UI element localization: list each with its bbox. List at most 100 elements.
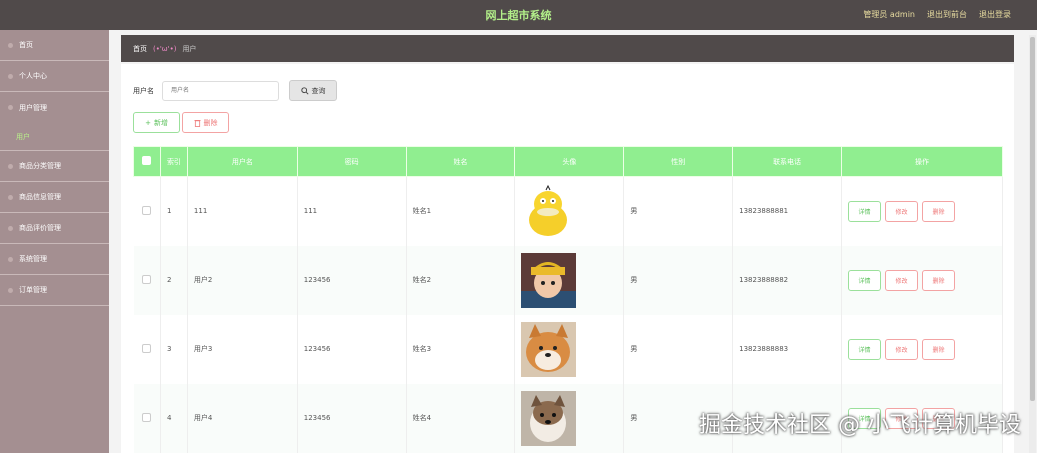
col-username[interactable]: 用户名 (186, 146, 298, 177)
delete-button[interactable]: 删除 (922, 338, 956, 360)
avatar-puppy-image (521, 390, 577, 446)
cell-name: 姓名3 (406, 314, 516, 384)
menu-dot-icon (8, 225, 13, 231)
back-to-frontend-link[interactable]: 退出到前台 (927, 9, 967, 20)
query-button[interactable]: 查询 (289, 80, 337, 101)
menu-dot-icon (8, 163, 13, 169)
detail-button[interactable]: 详情 (848, 338, 882, 360)
table-row: 3 用户3 123456 姓名3 男 13823888883 详情 修改 删除 (133, 314, 1003, 384)
col-name[interactable]: 姓名 (405, 146, 516, 177)
edit-button[interactable]: 修改 (885, 200, 919, 222)
col-phone[interactable]: 联系电话 (732, 146, 843, 177)
breadcrumb: 首页 (•'ω'•) 用户 (121, 35, 1014, 62)
row-checkbox[interactable] (142, 205, 152, 215)
watermark-text: 掘金技术社区 @ 小飞计算机毕设 (699, 413, 1021, 438)
plus-icon: + (145, 118, 151, 127)
sidebar-subitem-user[interactable]: 用户 (0, 123, 109, 151)
sidebar-item-home[interactable]: 首页 (0, 30, 109, 61)
table-row: 1 111 111 姓名1 男 13823888881 详情 修改 删除 (133, 176, 1003, 246)
edit-button[interactable]: 修改 (885, 338, 919, 360)
cell-index: 1 (160, 176, 188, 246)
cell-operations: 详情 修改 删除 (841, 176, 1003, 246)
cell-username: 用户4 (187, 383, 298, 453)
search-row: 用户名 查询 (133, 80, 337, 101)
sidebar: 首页 个人中心 用户管理 用户 商品分类管理 商品信息管理 商品评价管理 系统管… (0, 30, 109, 453)
cell-avatar (514, 245, 625, 315)
menu-dot-icon (8, 105, 13, 110)
sidebar-item-system-management[interactable]: 系统管理 (0, 244, 109, 275)
sidebar-item-category-management[interactable]: 商品分类管理 (0, 151, 109, 182)
vertical-scrollbar[interactable] (1029, 35, 1036, 453)
row-checkbox[interactable] (142, 343, 152, 353)
menu-dot-icon (8, 73, 13, 79)
sidebar-item-label: 个人中心 (19, 72, 47, 80)
query-button-label: 查询 (311, 86, 326, 95)
cell-password: 123456 (297, 314, 407, 384)
admin-user-label: 管理员 admin (863, 10, 915, 19)
avatar-boy-image (521, 252, 577, 308)
sidebar-item-user-management[interactable]: 用户管理 (0, 92, 109, 123)
cell-index: 4 (160, 383, 188, 453)
cell-password: 111 (297, 176, 407, 246)
menu-dot-icon (8, 194, 13, 200)
table-row: 2 用户2 123456 姓名2 男 13823888882 详情 修改 删除 (133, 245, 1003, 315)
col-avatar[interactable]: 头像 (514, 146, 625, 177)
detail-button[interactable]: 详情 (848, 269, 882, 291)
delete-button[interactable]: 删除 (922, 200, 956, 222)
row-checkbox[interactable] (142, 412, 152, 422)
row-select-cell[interactable] (133, 176, 161, 246)
add-button[interactable]: + 新增 (133, 112, 180, 133)
trash-icon (193, 119, 201, 127)
sidebar-item-label: 订单管理 (19, 286, 47, 294)
cell-avatar (514, 383, 625, 453)
menu-dot-icon (8, 42, 13, 48)
cell-operations: 详情 修改 删除 (841, 314, 1003, 384)
col-operations: 操作 (841, 146, 1003, 177)
sidebar-item-product-management[interactable]: 商品信息管理 (0, 182, 109, 213)
cell-name: 姓名1 (406, 176, 516, 246)
sidebar-item-label: 系统管理 (19, 255, 47, 263)
detail-button[interactable]: 详情 (848, 200, 882, 222)
sidebar-item-order-management[interactable]: 订单管理 (0, 275, 109, 306)
menu-dot-icon (8, 287, 13, 293)
cell-phone: 13823888881 (732, 176, 843, 246)
col-password[interactable]: 密码 (296, 146, 407, 177)
select-all-cell[interactable] (133, 146, 161, 177)
username-search-input[interactable] (162, 80, 279, 101)
sidebar-item-label: 商品分类管理 (19, 162, 61, 170)
cell-phone: 13823888882 (732, 245, 843, 315)
cell-username: 用户2 (187, 245, 298, 315)
batch-delete-button[interactable]: 删除 (182, 112, 229, 133)
cell-username: 111 (187, 176, 298, 246)
delete-button[interactable]: 删除 (922, 269, 956, 291)
top-header: 网上超市系统 管理员 admin 退出到前台 退出登录 (0, 0, 1037, 30)
sidebar-item-label: 商品信息管理 (19, 193, 61, 201)
select-all-checkbox[interactable] (142, 156, 152, 165)
scrollbar-thumb[interactable] (1030, 37, 1035, 401)
cell-avatar (514, 176, 625, 246)
col-gender[interactable]: 性别 (623, 146, 734, 177)
edit-button[interactable]: 修改 (885, 269, 919, 291)
row-checkbox[interactable] (142, 274, 152, 284)
sidebar-item-label: 首页 (19, 41, 33, 49)
sidebar-item-review-management[interactable]: 商品评价管理 (0, 213, 109, 244)
main-area: 首页 (•'ω'•) 用户 用户名 查询 + 新增 删除 (109, 30, 1037, 453)
breadcrumb-current: 用户 (182, 44, 197, 53)
row-select-cell[interactable] (133, 383, 161, 453)
table-header-row: 索引 用户名 密码 姓名 头像 性别 联系电话 操作 (133, 146, 1003, 177)
cell-index: 3 (160, 314, 188, 384)
sidebar-item-profile[interactable]: 个人中心 (0, 61, 109, 92)
col-index: 索引 (159, 146, 188, 177)
logout-link[interactable]: 退出登录 (979, 9, 1011, 20)
avatar-duck-image (521, 183, 577, 239)
sidebar-item-label: 用户管理 (19, 103, 47, 112)
row-operations: 详情 修改 删除 (848, 200, 1002, 222)
content-panel: 用户名 查询 + 新增 删除 索引 用户名 (121, 64, 1014, 453)
avatar-shiba-image (521, 321, 577, 377)
breadcrumb-home[interactable]: 首页 (133, 44, 147, 54)
row-select-cell[interactable] (133, 245, 161, 315)
row-operations: 详情 修改 删除 (848, 269, 1002, 291)
row-select-cell[interactable] (133, 314, 161, 384)
cell-index: 2 (160, 245, 188, 315)
cell-gender: 男 (623, 176, 734, 246)
